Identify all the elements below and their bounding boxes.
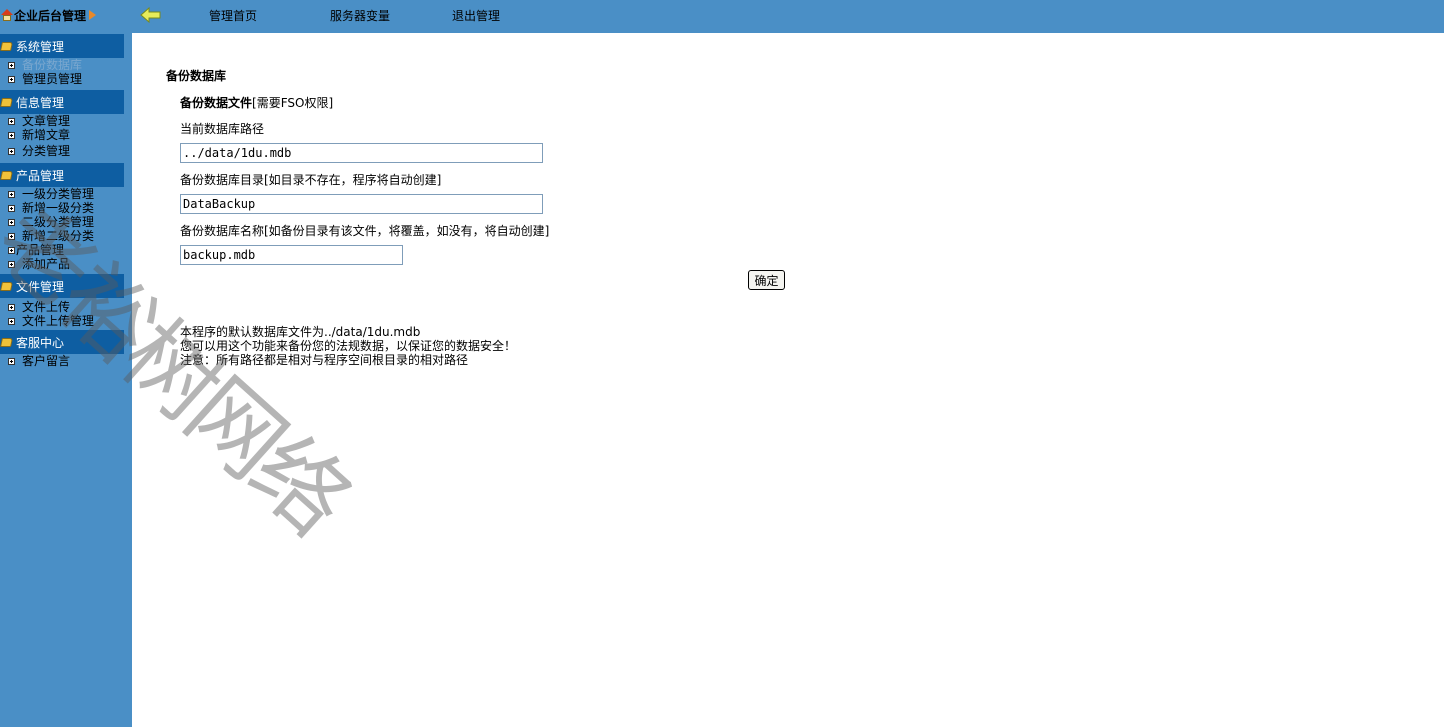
sidebar-item-articles[interactable]: 文章管理 bbox=[8, 114, 70, 128]
plus-icon bbox=[8, 232, 15, 240]
plus-icon bbox=[8, 357, 15, 365]
plus-icon bbox=[8, 147, 15, 155]
home-icon bbox=[1, 9, 13, 21]
nav-home-link[interactable]: 管理首页 bbox=[209, 7, 257, 24]
section-header-files[interactable]: 文件管理 bbox=[0, 274, 124, 298]
backup-dir-input[interactable] bbox=[180, 194, 543, 214]
folder-icon bbox=[0, 170, 13, 180]
arrow-right-icon bbox=[89, 10, 97, 20]
main-content: 备份数据库 备份数据文件[需要FSO权限] 当前数据库路径 备份数据库目录[如目… bbox=[134, 33, 1444, 727]
sidebar-item-backup-db[interactable]: 备份数据库 bbox=[8, 58, 82, 72]
sidebar-item-label: 新增文章 bbox=[22, 128, 71, 142]
section-title: 备份数据文件 bbox=[180, 96, 253, 110]
section-header-products[interactable]: 产品管理 bbox=[0, 163, 124, 187]
section-label: 文件管理 bbox=[16, 279, 65, 294]
nav-server-vars-link[interactable]: 服务器变量 bbox=[330, 7, 390, 24]
plus-icon bbox=[8, 117, 15, 125]
back-arrow-icon[interactable] bbox=[140, 7, 162, 23]
plus-icon bbox=[8, 61, 15, 69]
plus-icon bbox=[8, 246, 15, 254]
sidebar-item-label: 文章管理 bbox=[22, 114, 71, 128]
section-header-service[interactable]: 客服中心 bbox=[0, 330, 124, 354]
backup-dir-label: 备份数据库目录[如目录不存在，程序将自动创建] bbox=[180, 173, 442, 187]
sidebar-item-label: 文件上传管理 bbox=[22, 314, 95, 328]
current-path-label: 当前数据库路径 bbox=[180, 122, 265, 136]
sidebar-item-label: 管理员管理 bbox=[22, 72, 83, 86]
folder-icon bbox=[0, 41, 13, 51]
sidebar-item-label: 分类管理 bbox=[22, 144, 71, 158]
plus-icon bbox=[8, 204, 15, 212]
section-title-row: 备份数据文件[需要FSO权限] bbox=[180, 94, 333, 111]
sidebar-item-messages[interactable]: 客户留言 bbox=[8, 354, 70, 368]
sidebar-item-categories[interactable]: 分类管理 bbox=[8, 144, 70, 158]
sidebar-item-label: 备份数据库 bbox=[22, 58, 83, 72]
backup-name-label: 备份数据库名称[如备份目录有该文件，将覆盖，如没有，将自动创建] bbox=[180, 224, 550, 238]
sidebar-item-label: 一级分类管理 bbox=[22, 187, 95, 201]
current-path-input[interactable] bbox=[180, 143, 543, 163]
section-label: 客服中心 bbox=[16, 335, 65, 350]
nav-logout-link[interactable]: 退出管理 bbox=[452, 7, 500, 24]
plus-icon bbox=[8, 131, 15, 139]
folder-icon bbox=[0, 97, 13, 107]
plus-icon bbox=[8, 303, 15, 311]
section-label: 信息管理 bbox=[16, 95, 65, 110]
sidebar: 企业后台管理 系统管理 备份数据库 管理员管理 信息管理 文章管理 新增文章 分… bbox=[0, 0, 132, 727]
sidebar-item-label: 新增一级分类 bbox=[22, 201, 95, 215]
plus-icon bbox=[8, 75, 15, 83]
sidebar-item-level2-cat[interactable]: 二级分类管理 bbox=[8, 215, 94, 229]
plus-icon bbox=[8, 260, 15, 268]
backup-name-input[interactable] bbox=[180, 245, 403, 265]
sidebar-item-file-upload-manage[interactable]: 文件上传管理 bbox=[8, 314, 94, 328]
note-line-3: 注意：所有路径都是相对与程序空间根目录的相对路径 bbox=[180, 353, 469, 367]
page-title: 备份数据库 bbox=[166, 69, 227, 83]
sidebar-item-add-level1-cat[interactable]: 新增一级分类 bbox=[8, 201, 94, 215]
sidebar-item-product-manage[interactable]: 产品管理 bbox=[8, 243, 64, 257]
section-header-system[interactable]: 系统管理 bbox=[0, 34, 124, 58]
sidebar-item-label: 添加产品 bbox=[22, 257, 71, 271]
sidebar-item-file-upload[interactable]: 文件上传 bbox=[8, 300, 70, 314]
plus-icon bbox=[8, 190, 15, 198]
confirm-button[interactable]: 确定 bbox=[748, 270, 785, 290]
folder-icon bbox=[0, 281, 13, 291]
sidebar-title: 企业后台管理 bbox=[0, 0, 132, 30]
sidebar-item-label: 产品管理 bbox=[16, 243, 65, 257]
sidebar-item-label: 文件上传 bbox=[22, 300, 71, 314]
sidebar-item-label: 二级分类管理 bbox=[22, 215, 95, 229]
sidebar-item-add-article[interactable]: 新增文章 bbox=[8, 128, 70, 142]
sidebar-title-text: 企业后台管理 bbox=[14, 8, 87, 23]
sidebar-item-admin[interactable]: 管理员管理 bbox=[8, 72, 82, 86]
sidebar-item-add-product[interactable]: 添加产品 bbox=[8, 257, 70, 271]
plus-icon bbox=[8, 218, 15, 226]
sidebar-item-label: 客户留言 bbox=[22, 354, 71, 368]
section-header-info[interactable]: 信息管理 bbox=[0, 90, 124, 114]
sidebar-item-add-level2-cat[interactable]: 新增二级分类 bbox=[8, 229, 94, 243]
sidebar-item-level1-cat[interactable]: 一级分类管理 bbox=[8, 187, 94, 201]
plus-icon bbox=[8, 317, 15, 325]
section-note: [需要FSO权限] bbox=[252, 96, 334, 110]
topbar: 管理首页 服务器变量 退出管理 bbox=[132, 0, 1444, 33]
sidebar-item-label: 新增二级分类 bbox=[22, 229, 95, 243]
folder-icon bbox=[0, 337, 13, 347]
section-label: 产品管理 bbox=[16, 168, 65, 183]
section-label: 系统管理 bbox=[16, 39, 65, 54]
